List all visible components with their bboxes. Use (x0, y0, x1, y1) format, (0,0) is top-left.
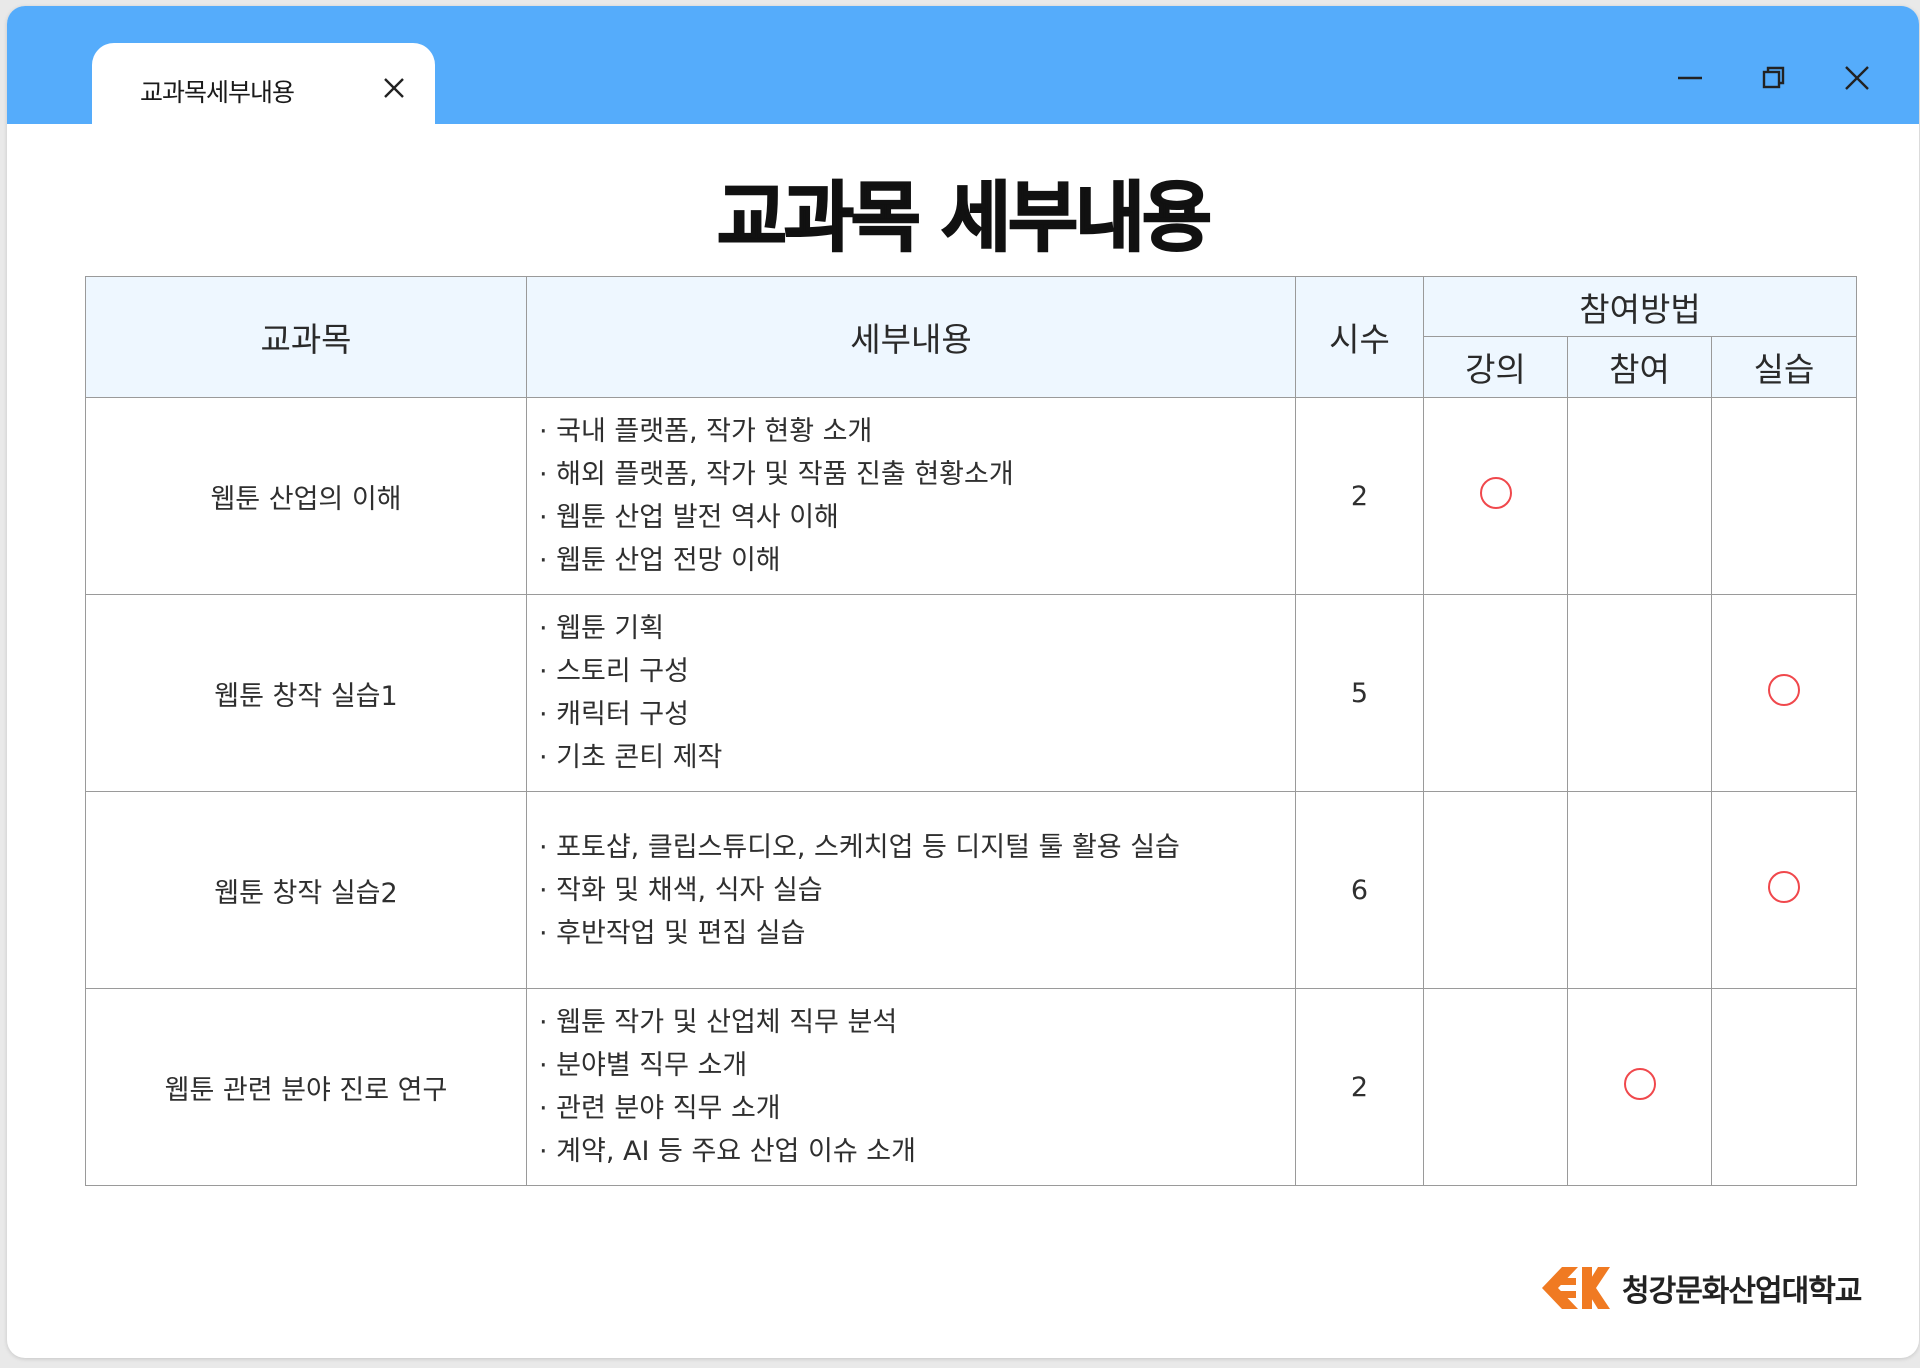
app-window: 교과목세부내용 교과목 세부내용 교과목 세부내용 시수 참여방법 강의 참여 … (7, 6, 1919, 1358)
table-row: 웹툰 산업의 이해 · 국내 플랫폼, 작가 현황 소개 · 해외 플랫폼, 작… (85, 397, 1858, 595)
detail-line: · 포토샵, 클립스튜디오, 스케치업 등 디지털 툴 활용 실습 (539, 831, 1180, 863)
circle-mark-icon (1479, 476, 1512, 509)
detail-line: · 해외 플랫폼, 작가 및 작품 진출 현황소개 (539, 459, 1014, 490)
detail-line: · 기초 콘티 제작 (539, 742, 723, 773)
participation-cell (1567, 594, 1712, 792)
participation-cell (1567, 791, 1712, 989)
title-bar: 교과목세부내용 (7, 6, 1919, 133)
university-logo: 청강문화산업대학교 (1532, 1260, 1862, 1316)
participation-cell (1567, 988, 1712, 1186)
table-row: 웹툰 창작 실습2 · 포토샵, 클립스튜디오, 스케치업 등 디지털 툴 활용… (85, 791, 1858, 989)
detail-line: · 작화 및 채색, 식자 실습 (539, 874, 823, 906)
header-method: 참여방법 (1422, 276, 1858, 337)
header-detail: 세부내용 (526, 276, 1296, 398)
detail-cell: · 웹툰 기획 · 스토리 구성 · 캐릭터 구성 · 기초 콘티 제작 (526, 594, 1296, 792)
detail-line: · 캐릭터 구성 (539, 699, 689, 730)
lecture-cell (1423, 397, 1568, 595)
minimize-icon[interactable] (1674, 62, 1706, 94)
detail-cell: · 웹툰 작가 및 산업체 직무 분석 · 분야별 직무 소개 · 관련 분야 … (526, 988, 1296, 1186)
page-title: 교과목 세부내용 (716, 172, 1213, 263)
detail-line: · 계약, AI 등 주요 산업 이슈 소개 (539, 1136, 916, 1167)
practice-cell (1710, 791, 1858, 989)
table-row: 웹툰 관련 분야 진로 연구 · 웹툰 작가 및 산업체 직무 분석 · 분야별… (85, 988, 1858, 1186)
lecture-cell (1423, 594, 1568, 792)
detail-line: · 웹툰 작가 및 산업체 직무 분석 (539, 1007, 898, 1038)
header-subject: 교과목 (85, 276, 527, 398)
circle-mark-icon (1768, 673, 1800, 706)
header-participation: 참여 (1567, 336, 1712, 398)
close-icon[interactable] (1841, 62, 1873, 94)
circle-mark-icon (1768, 870, 1800, 903)
ck-logo-icon (1542, 1267, 1610, 1309)
participation-cell (1567, 397, 1712, 595)
detail-line: · 웹툰 산업 전망 이해 (539, 545, 781, 576)
detail-line: · 웹툰 산업 발전 역사 이해 (539, 502, 839, 533)
subject-cell: 웹툰 창작 실습1 (85, 594, 527, 792)
lecture-cell (1423, 988, 1568, 1186)
restore-icon[interactable] (1758, 62, 1790, 94)
table-row: 웹툰 창작 실습1 · 웹툰 기획 · 스토리 구성 · 캐릭터 구성 · 기초… (85, 594, 1858, 792)
tab-title: 교과목세부내용 (140, 78, 295, 107)
hours-cell: 2 (1295, 988, 1424, 1186)
detail-cell: · 포토샵, 클립스튜디오, 스케치업 등 디지털 툴 활용 실습 · 작화 및… (526, 791, 1296, 989)
tab-course-detail[interactable]: 교과목세부내용 (92, 43, 435, 133)
detail-line: · 관련 분야 직무 소개 (539, 1093, 781, 1124)
subject-cell: 웹툰 산업의 이해 (85, 397, 527, 595)
circle-mark-icon (1623, 1067, 1656, 1100)
detail-line: · 후반작업 및 편집 실습 (539, 917, 806, 949)
header-hours: 시수 (1295, 276, 1424, 398)
course-table: 교과목 세부내용 시수 참여방법 강의 참여 실습 웹툰 산업의 이해 · 국내… (85, 276, 1858, 1186)
subject-cell: 웹툰 관련 분야 진로 연구 (85, 988, 527, 1186)
hours-cell: 5 (1295, 594, 1424, 792)
detail-line: · 분야별 직무 소개 (539, 1050, 748, 1081)
practice-cell (1710, 988, 1858, 1186)
hours-cell: 2 (1295, 397, 1424, 595)
practice-cell (1710, 397, 1858, 595)
lecture-cell (1423, 791, 1568, 989)
practice-cell (1710, 594, 1858, 792)
detail-line: · 국내 플랫폼, 작가 현황 소개 (539, 416, 873, 447)
detail-cell: · 국내 플랫폼, 작가 현황 소개 · 해외 플랫폼, 작가 및 작품 진출 … (526, 397, 1296, 595)
header-lecture: 강의 (1423, 336, 1568, 398)
hours-cell: 6 (1295, 791, 1424, 989)
logo-text: 청강문화산업대학교 (1622, 1274, 1862, 1309)
tab-close-icon[interactable] (381, 75, 407, 101)
detail-line: · 웹툰 기획 (539, 613, 665, 644)
subject-cell: 웹툰 창작 실습2 (85, 791, 527, 989)
header-practice: 실습 (1710, 336, 1858, 398)
detail-line: · 스토리 구성 (539, 656, 689, 687)
